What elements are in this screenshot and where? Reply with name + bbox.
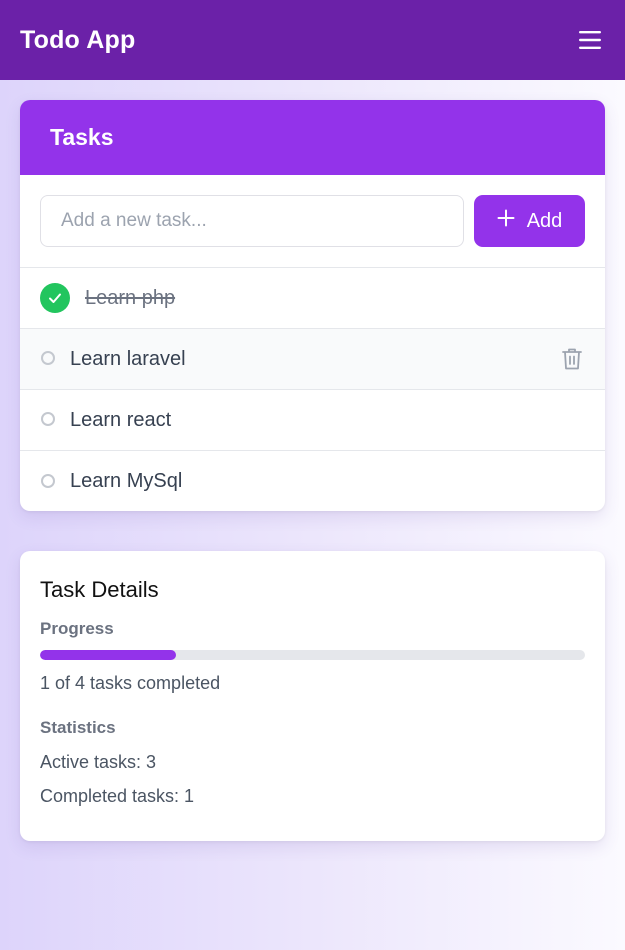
task-item[interactable]: Learn react [20, 390, 605, 451]
plus-icon [497, 209, 515, 233]
task-checkbox[interactable] [41, 473, 55, 488]
task-details-card: Task Details Progress 1 of 4 tasks compl… [20, 551, 605, 841]
task-item[interactable]: Learn MySql [20, 451, 605, 511]
add-task-row: Add [20, 175, 605, 268]
task-label: Learn php [85, 286, 176, 309]
top-app-bar: Todo App [0, 0, 625, 80]
add-button-label: Add [526, 209, 563, 232]
details-title: Task Details [40, 577, 159, 602]
progress-text: 1 of 4 tasks completed [40, 673, 221, 693]
trash-icon[interactable] [560, 346, 584, 372]
progress-bar [40, 650, 585, 660]
check-circle-icon[interactable] [40, 283, 70, 313]
add-task-button[interactable]: Add [474, 195, 585, 247]
task-checkbox[interactable] [41, 351, 55, 365]
new-task-input[interactable] [40, 195, 464, 247]
task-item[interactable]: Learn php [20, 268, 605, 329]
statistics-label: Statistics [40, 718, 116, 737]
completed-tasks-stat: Completed tasks: 1 [40, 786, 195, 806]
active-tasks-stat: Active tasks: 3 [40, 752, 157, 772]
task-item[interactable]: Learn laravel [20, 329, 605, 390]
task-list: Learn php Learn laravel Learn react Lear… [20, 268, 605, 511]
task-checkbox[interactable] [41, 412, 55, 426]
tasks-card: Tasks Add Learn php Learn laravel [20, 100, 605, 511]
task-label: Learn MySql [70, 470, 183, 492]
tasks-title: Tasks [50, 124, 114, 150]
hamburger-menu-icon[interactable] [575, 25, 605, 55]
task-label: Learn laravel [70, 347, 186, 370]
progress-bar-fill [40, 650, 177, 660]
task-label: Learn react [70, 408, 172, 431]
progress-label: Progress [40, 619, 114, 638]
app-title: Todo App [20, 25, 136, 54]
tasks-card-header: Tasks [20, 100, 605, 175]
